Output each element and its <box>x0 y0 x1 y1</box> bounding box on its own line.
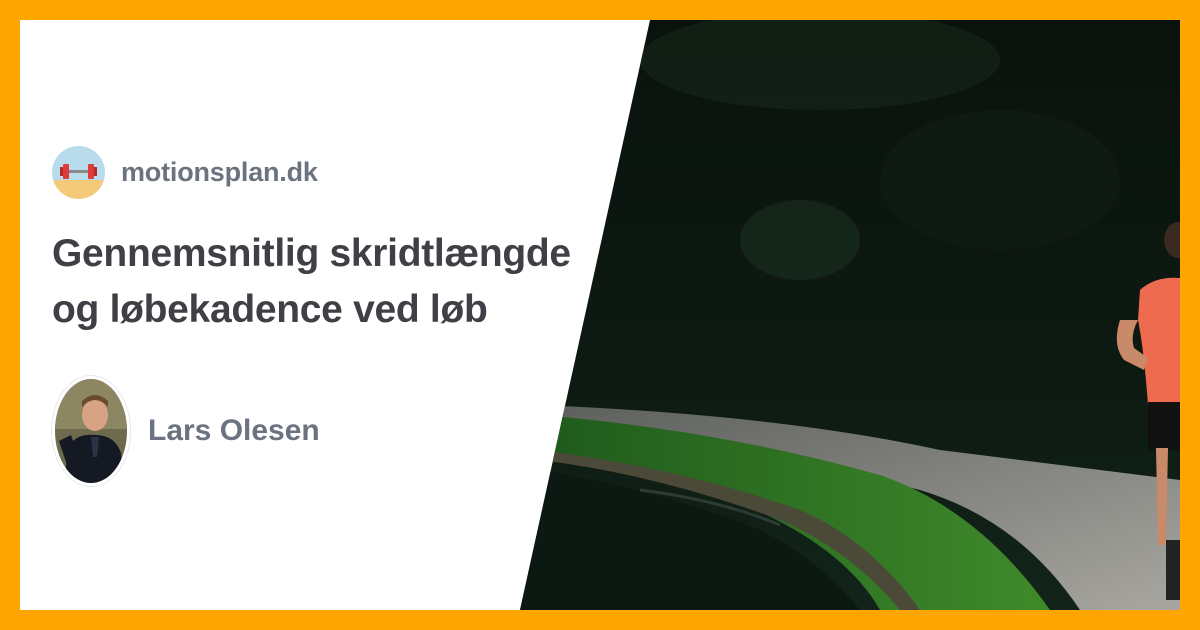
site-branding: motionsplan.dk <box>52 146 318 199</box>
author-avatar <box>52 376 130 486</box>
site-name[interactable]: motionsplan.dk <box>121 157 318 188</box>
author-byline: Lars Olesen <box>52 376 320 486</box>
social-share-card: motionsplan.dk Gennemsnitlig skridtlængd… <box>0 0 1200 630</box>
author-name[interactable]: Lars Olesen <box>148 414 320 448</box>
dumbbell-icon <box>52 146 105 199</box>
page-title: Gennemsnitlig skridtlængde og løbekadenc… <box>52 232 571 331</box>
card-panel: motionsplan.dk Gennemsnitlig skridtlængd… <box>20 20 1180 610</box>
